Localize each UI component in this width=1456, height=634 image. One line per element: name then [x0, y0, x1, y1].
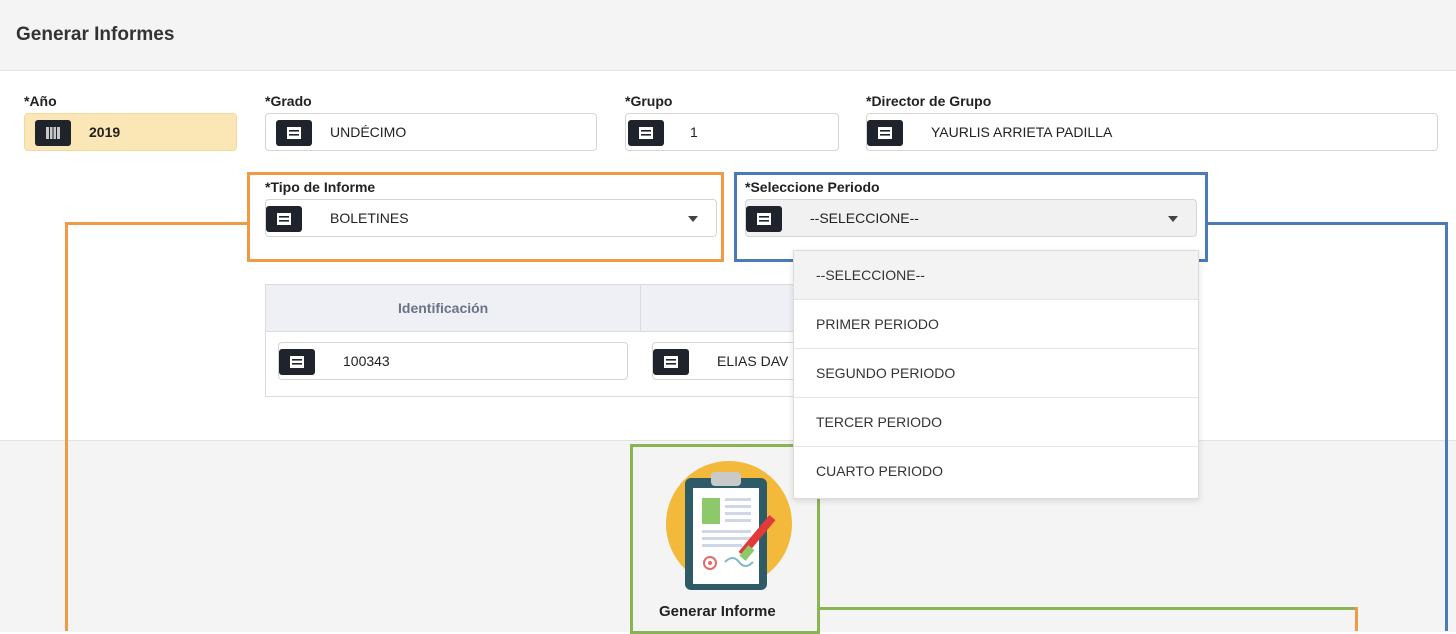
director-field[interactable]: YAURLIS ARRIETA PADILLA	[866, 113, 1438, 151]
period-option[interactable]: PRIMER PERIODO	[794, 300, 1198, 349]
period-label: *Seleccione Periodo	[745, 179, 880, 195]
id-card-icon	[628, 120, 664, 146]
director-value: YAURLIS ARRIETA PADILLA	[931, 124, 1113, 140]
period-select[interactable]: --SELECCIONE--	[745, 199, 1197, 237]
year-field[interactable]: 2019	[24, 113, 237, 151]
period-option[interactable]: SEGUNDO PERIODO	[794, 349, 1198, 398]
orange-connector-h	[65, 222, 247, 225]
id-card-icon	[276, 120, 312, 146]
clipboard-icon	[666, 461, 792, 590]
identification-header: Identificación	[398, 300, 489, 316]
period-option[interactable]: CUARTO PERIODO	[794, 447, 1198, 496]
page-title: Generar Informes	[16, 24, 175, 45]
column-divider	[640, 285, 641, 331]
generate-report-label[interactable]: Generar Informe	[659, 603, 776, 620]
period-option[interactable]: TERCER PERIODO	[794, 398, 1198, 447]
period-value: --SELECCIONE--	[810, 210, 919, 226]
id-card-icon	[266, 206, 302, 232]
report-type-label: *Tipo de Informe	[265, 179, 376, 195]
grade-value: UNDÉCIMO	[330, 124, 407, 140]
grade-field[interactable]: UNDÉCIMO	[265, 113, 597, 151]
id-card-icon	[653, 349, 689, 375]
report-type-value: BOLETINES	[330, 210, 409, 226]
grade-label: *Grado	[265, 93, 312, 109]
period-option[interactable]: --SELECCIONE--	[794, 251, 1198, 300]
id-card-icon	[746, 206, 782, 232]
generate-report-button[interactable]	[665, 460, 793, 590]
report-type-select[interactable]: BOLETINES	[265, 199, 717, 237]
year-label: *Año	[24, 93, 57, 109]
identification-value: 100343	[343, 353, 390, 369]
id-card-icon	[279, 349, 315, 375]
orange-connector-v	[65, 222, 68, 631]
id-card-icon	[867, 120, 903, 146]
year-value: 2019	[89, 124, 121, 140]
group-value: 1	[690, 124, 698, 140]
period-dropdown: --SELECCIONE-- PRIMER PERIODO SEGUNDO PE…	[793, 250, 1199, 499]
orange-connector-stub	[1355, 607, 1358, 631]
blue-connector-v	[1445, 222, 1448, 631]
group-label: *Grupo	[625, 93, 673, 109]
blue-connector-h	[1208, 222, 1448, 225]
name-value: ELIAS DAV	[717, 353, 789, 369]
group-field[interactable]: 1	[625, 113, 839, 151]
chevron-down-icon	[1168, 216, 1178, 222]
director-label: *Director de Grupo	[866, 93, 992, 109]
chevron-down-icon	[688, 216, 698, 222]
page-header: Generar Informes	[0, 0, 1456, 71]
identification-field[interactable]: 100343	[278, 342, 628, 380]
calendar-icon	[35, 120, 71, 146]
green-connector-h	[820, 607, 1358, 610]
